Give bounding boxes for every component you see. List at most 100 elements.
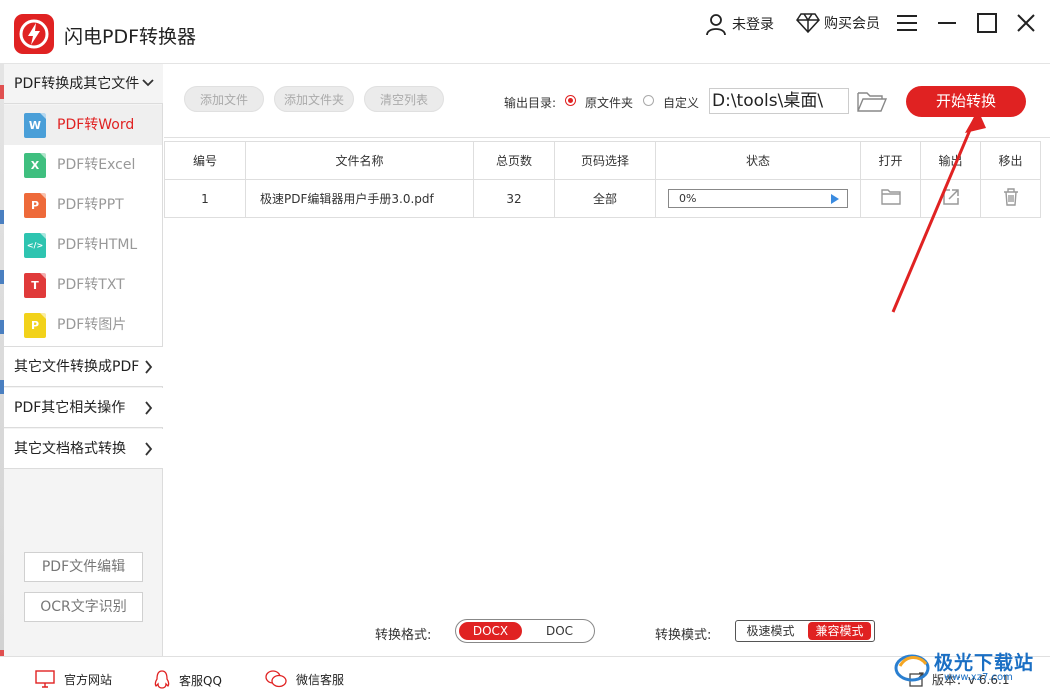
excel-file-icon: X bbox=[24, 153, 46, 178]
official-site-link[interactable]: 官方网站 bbox=[34, 669, 112, 689]
sidebar-item-pdf-to-image[interactable]: P PDF转图片 bbox=[4, 305, 162, 347]
footer-link-label: 微信客服 bbox=[296, 672, 345, 687]
sidebar-group-pdf-to-other[interactable]: PDF转换成其它文件 bbox=[4, 64, 163, 104]
trash-icon[interactable] bbox=[1002, 187, 1020, 207]
sidebar-item-label: PDF转图片 bbox=[57, 317, 127, 333]
folder-open-icon[interactable] bbox=[856, 90, 888, 114]
watermark-url: www.xz7.com bbox=[944, 672, 1013, 683]
format-docx-option[interactable]: DOCX bbox=[459, 622, 522, 640]
login-label: 未登录 bbox=[732, 17, 774, 33]
start-convert-button[interactable]: 开始转换 bbox=[906, 86, 1026, 117]
sidebar-item-label: PDF转TXT bbox=[57, 277, 125, 293]
title-bar: 闪电PDF转换器 未登录 购买会员 bbox=[0, 0, 1050, 64]
progress-bar: 0% bbox=[668, 189, 848, 208]
format-toggle: DOCX DOC bbox=[455, 619, 595, 643]
html-file-icon: </> bbox=[24, 233, 46, 258]
sidebar-group-other-to-pdf[interactable]: 其它文件转换成PDF bbox=[4, 347, 163, 387]
cell-open bbox=[860, 179, 921, 218]
txt-file-icon: T bbox=[24, 273, 46, 298]
radio-original-label: 原文件夹 bbox=[585, 96, 634, 110]
login-button[interactable]: 未登录 bbox=[704, 12, 774, 36]
app-title: 闪电PDF转换器 bbox=[64, 26, 197, 48]
add-folder-button[interactable]: 添加文件夹 bbox=[274, 86, 354, 112]
col-header-filename: 文件名称 bbox=[245, 141, 474, 180]
export-icon[interactable] bbox=[941, 187, 961, 207]
cell-pages: 32 bbox=[473, 179, 555, 218]
aurora-logo-icon bbox=[894, 654, 930, 682]
radio-original-folder[interactable] bbox=[565, 95, 576, 106]
sidebar-group-label: PDF其它相关操作 bbox=[14, 400, 126, 416]
col-header-output: 输出 bbox=[920, 141, 981, 180]
cell-remove bbox=[980, 179, 1041, 218]
toolbar: 添加文件 添加文件夹 清空列表 输出目录: 原文件夹 自定义 D:\tools\… bbox=[164, 64, 1050, 138]
qq-icon bbox=[154, 670, 170, 689]
mode-label: 转换模式: bbox=[655, 628, 712, 643]
maximize-icon[interactable] bbox=[974, 10, 1000, 36]
col-header-open: 打开 bbox=[860, 141, 921, 180]
watermark: 极光下载站 www.xz7.com bbox=[892, 644, 1044, 688]
table-row[interactable]: 1 极速PDF编辑器用户手册3.0.pdf 32 全部 0% bbox=[164, 179, 1041, 218]
sidebar: PDF转换成其它文件 W PDF转Word X PDF转Excel P PDF转… bbox=[4, 64, 163, 656]
mode-fast-option[interactable]: 极速模式 bbox=[739, 622, 802, 640]
col-header-remove: 移出 bbox=[980, 141, 1041, 180]
clear-list-button[interactable]: 清空列表 bbox=[364, 86, 444, 112]
col-header-pages: 总页数 bbox=[473, 141, 555, 180]
sidebar-group-label: 其它文档格式转换 bbox=[14, 441, 126, 457]
cell-filename: 极速PDF编辑器用户手册3.0.pdf bbox=[245, 179, 474, 218]
col-header-status: 状态 bbox=[655, 141, 861, 180]
buy-vip-button[interactable]: 购买会员 bbox=[796, 12, 880, 34]
radio-custom-label: 自定义 bbox=[663, 96, 700, 110]
add-file-button[interactable]: 添加文件 bbox=[184, 86, 264, 112]
ppt-file-icon: P bbox=[24, 193, 46, 218]
mode-compat-option[interactable]: 兼容模式 bbox=[808, 622, 871, 640]
sidebar-group-other-doc-formats[interactable]: 其它文档格式转换 bbox=[4, 429, 163, 469]
image-file-icon: P bbox=[24, 313, 46, 338]
sidebar-item-pdf-to-word[interactable]: W PDF转Word bbox=[4, 105, 162, 145]
wechat-icon bbox=[265, 670, 287, 688]
footer-link-label: 官方网站 bbox=[64, 672, 113, 687]
word-file-icon: W bbox=[24, 113, 46, 138]
app-logo bbox=[14, 14, 54, 54]
col-header-index: 编号 bbox=[164, 141, 246, 180]
cell-output bbox=[920, 179, 981, 218]
sidebar-item-pdf-to-excel[interactable]: X PDF转Excel bbox=[4, 145, 162, 185]
chevron-right-icon bbox=[145, 401, 153, 415]
sidebar-item-pdf-to-ppt[interactable]: P PDF转PPT bbox=[4, 185, 162, 225]
sidebar-item-label: PDF转HTML bbox=[57, 237, 138, 253]
user-icon bbox=[706, 14, 726, 36]
watermark-brand: 极光下载站 bbox=[934, 652, 1035, 674]
cell-status: 0% bbox=[655, 179, 861, 218]
chevron-right-icon bbox=[145, 442, 153, 456]
close-icon[interactable] bbox=[1013, 10, 1039, 36]
menu-icon[interactable] bbox=[894, 10, 920, 36]
sidebar-item-pdf-to-txt[interactable]: T PDF转TXT bbox=[4, 265, 162, 305]
cell-page-select[interactable]: 全部 bbox=[554, 179, 656, 218]
monitor-icon bbox=[35, 670, 55, 688]
qq-service-link[interactable]: 客服QQ bbox=[153, 669, 222, 691]
col-header-page-select: 页码选择 bbox=[554, 141, 656, 180]
ocr-button[interactable]: OCR文字识别 bbox=[24, 592, 143, 622]
chevron-down-icon bbox=[142, 79, 154, 87]
mode-toggle: 极速模式 兼容模式 bbox=[735, 620, 875, 642]
table-header-row: 编号 文件名称 总页数 页码选择 状态 打开 输出 移出 bbox=[164, 141, 1041, 180]
sidebar-item-pdf-to-html[interactable]: </> PDF转HTML bbox=[4, 225, 162, 265]
sidebar-item-label: PDF转PPT bbox=[57, 197, 124, 213]
play-icon[interactable] bbox=[831, 194, 839, 204]
pdf-edit-button[interactable]: PDF文件编辑 bbox=[24, 552, 143, 582]
sidebar-group-label: 其它文件转换成PDF bbox=[14, 359, 140, 375]
sidebar-group-label: PDF转换成其它文件 bbox=[14, 76, 140, 92]
radio-custom[interactable] bbox=[643, 95, 654, 106]
minimize-icon[interactable] bbox=[934, 10, 960, 36]
vip-label: 购买会员 bbox=[824, 16, 880, 32]
format-label: 转换格式: bbox=[375, 628, 432, 643]
output-path-input[interactable]: D:\tools\桌面\ bbox=[709, 88, 849, 114]
diamond-icon bbox=[796, 13, 820, 34]
folder-icon[interactable] bbox=[880, 188, 902, 206]
cell-index: 1 bbox=[164, 179, 246, 218]
progress-text: 0% bbox=[679, 192, 697, 205]
format-doc-option[interactable]: DOC bbox=[528, 622, 591, 640]
footer-link-label: 客服QQ bbox=[179, 673, 222, 688]
sidebar-group-pdf-other-ops[interactable]: PDF其它相关操作 bbox=[4, 388, 163, 428]
wechat-service-link[interactable]: 微信客服 bbox=[264, 669, 344, 689]
output-dir-label: 输出目录: bbox=[504, 96, 557, 110]
